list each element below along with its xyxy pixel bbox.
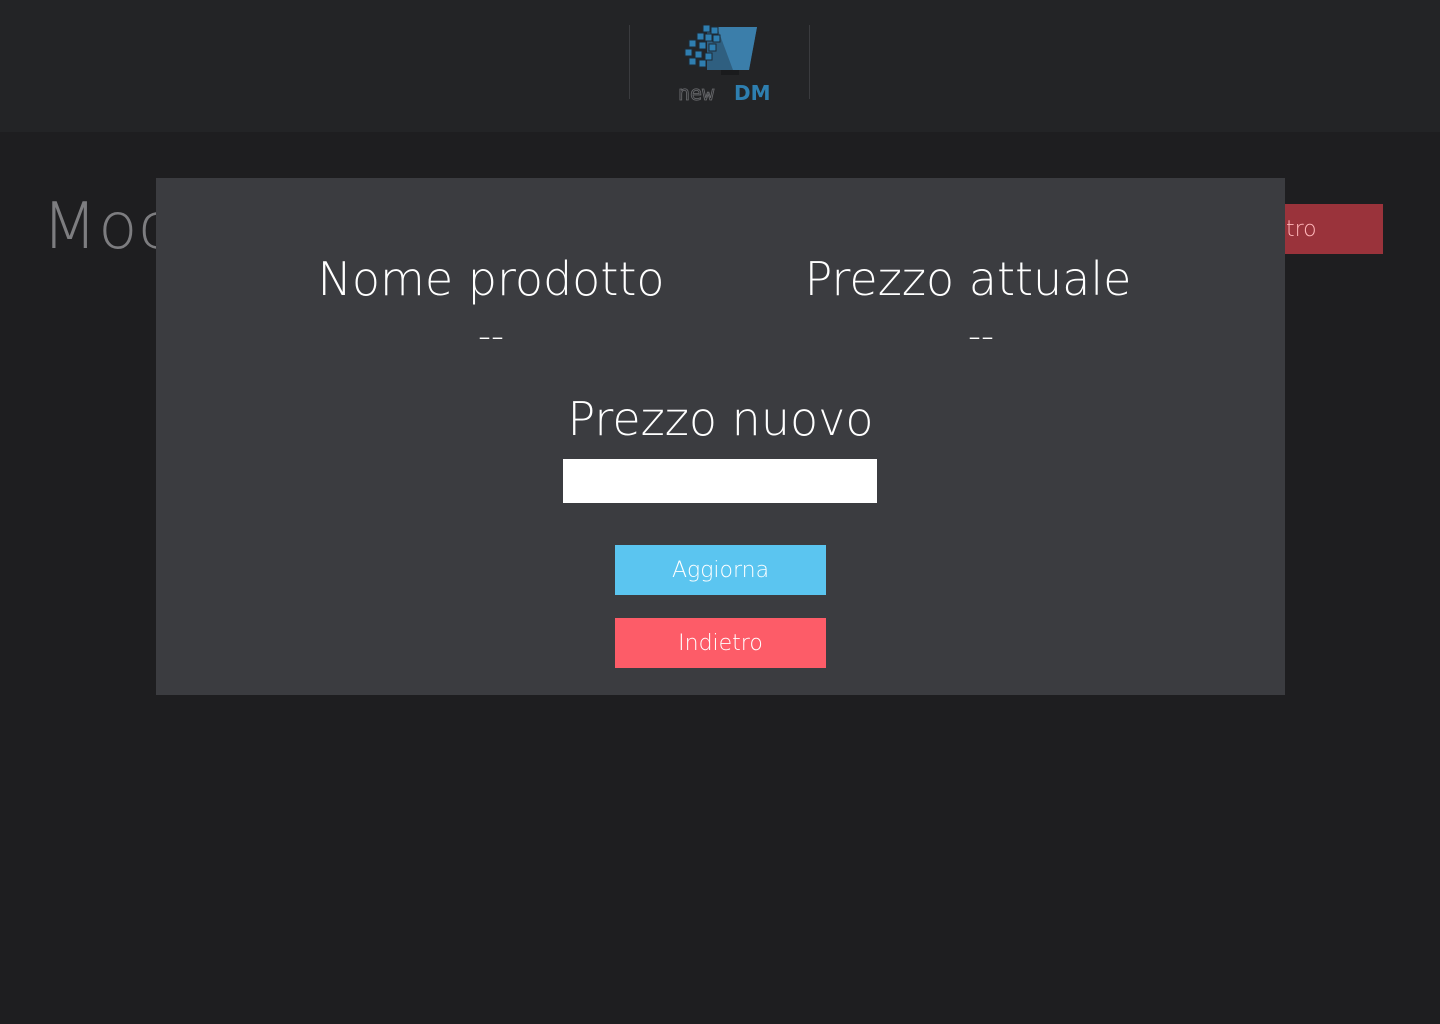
current-price-label: Prezzo attuale	[804, 252, 1132, 306]
logo-text-new: new	[678, 81, 715, 103]
current-price-value: --	[968, 316, 994, 357]
new-price-label: Prezzo nuovo	[567, 392, 874, 446]
update-button[interactable]: Aggiorna	[615, 545, 826, 595]
logo-container[interactable]: new DM	[629, 25, 810, 103]
newdm-logo-icon: new DM	[678, 25, 771, 103]
logo-text-dm: DM	[734, 81, 771, 103]
new-price-input[interactable]	[563, 459, 877, 503]
top-header-bar: new DM	[0, 0, 1440, 132]
background-page-title: Moc	[42, 190, 175, 264]
product-name-value: --	[478, 316, 504, 357]
edit-price-modal: Nome prodotto -- Prezzo attuale -- Prezz…	[156, 178, 1285, 695]
back-button[interactable]: Indietro	[615, 618, 826, 668]
product-name-label: Nome prodotto	[317, 252, 665, 306]
